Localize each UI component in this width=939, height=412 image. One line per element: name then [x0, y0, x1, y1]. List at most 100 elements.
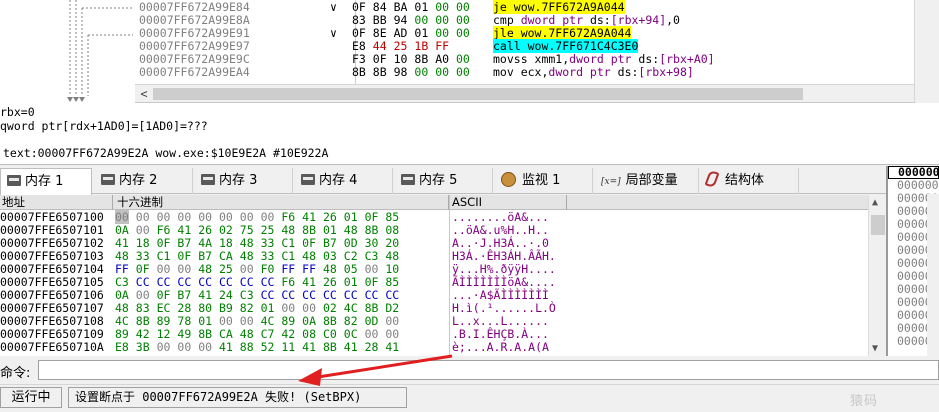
hex-byte[interactable]: 85 — [385, 275, 399, 289]
hex-byte[interactable]: 08 — [302, 327, 316, 341]
hex-byte[interactable]: 00 — [240, 314, 254, 328]
hex-byte[interactable]: CC — [219, 275, 233, 289]
hex-byte[interactable]: 89 — [281, 314, 295, 328]
hex-byte[interactable]: 05 — [344, 262, 358, 276]
hex-byte[interactable]: 18 — [219, 236, 233, 250]
hex-byte[interactable]: FF — [281, 262, 295, 276]
hex-byte[interactable]: 00 — [136, 223, 150, 237]
hex-byte[interactable]: 0F — [177, 249, 191, 263]
hex-byte[interactable]: CC — [365, 288, 379, 302]
hex-byte[interactable]: 48 — [240, 236, 254, 250]
hex-byte[interactable]: 00 — [136, 288, 150, 302]
hex-byte[interactable]: 33 — [136, 249, 150, 263]
hex-byte[interactable]: 00 — [281, 301, 295, 315]
hex-byte[interactable]: 24 — [219, 288, 233, 302]
hex-byte[interactable]: C3 — [240, 288, 254, 302]
hex-byte[interactable]: 11 — [281, 340, 295, 354]
hex-byte[interactable]: 00 — [157, 262, 171, 276]
hex-byte[interactable]: 48 — [281, 223, 295, 237]
tab-watch-1[interactable]: 监视 1 — [495, 168, 593, 194]
hex-byte[interactable]: D2 — [385, 301, 399, 315]
hex-byte[interactable]: 26 — [198, 223, 212, 237]
stack-pane[interactable]: 000000 000000 0000 0000 0000 0000 0000 0000 0000… — [886, 166, 939, 356]
hex-byte[interactable]: 20 — [385, 236, 399, 250]
scroll-left-button[interactable]: < — [137, 87, 151, 101]
hex-byte[interactable]: CC — [344, 288, 358, 302]
hex-byte[interactable]: 48 — [240, 327, 254, 341]
tab-memory-5[interactable]: 内存 5 — [395, 168, 493, 194]
hex-byte[interactable]: 01 — [344, 275, 358, 289]
hex-byte[interactable]: 25 — [219, 262, 233, 276]
hex-byte[interactable]: 4C — [261, 314, 275, 328]
hex-byte[interactable]: 48 — [240, 249, 254, 263]
hex-byte[interactable]: 00 — [240, 262, 254, 276]
hex-byte[interactable]: 8B — [323, 340, 337, 354]
hex-byte[interactable]: 18 — [136, 236, 150, 250]
hex-byte[interactable]: 41 — [115, 236, 129, 250]
hex-byte[interactable]: 01 — [198, 314, 212, 328]
hex-byte[interactable]: B7 — [177, 288, 191, 302]
hex-byte[interactable]: 85 — [385, 210, 399, 224]
hex-byte[interactable]: 00 — [219, 314, 233, 328]
tab-struct[interactable]: 结构体 — [701, 168, 799, 194]
hex-byte[interactable]: 01 — [261, 301, 275, 315]
hex-byte[interactable]: 41 — [344, 340, 358, 354]
hex-byte[interactable]: 8B — [365, 301, 379, 315]
hex-byte[interactable]: 00 — [365, 262, 379, 276]
hex-byte[interactable]: FF — [302, 262, 316, 276]
tab-memory-3[interactable]: 内存 3 — [195, 168, 293, 194]
horizontal-scrollbar[interactable]: < — [135, 84, 914, 102]
hex-byte[interactable]: 00 — [177, 210, 191, 224]
hex-byte[interactable]: F6 — [281, 275, 295, 289]
hex-byte[interactable]: 0A — [302, 314, 316, 328]
hex-byte[interactable]: 02 — [323, 301, 337, 315]
hex-byte[interactable]: 00 — [365, 327, 379, 341]
hex-byte[interactable]: 48 — [198, 262, 212, 276]
header-ascii[interactable]: ASCII — [452, 195, 482, 210]
hex-byte[interactable]: C1 — [281, 249, 295, 263]
hex-byte[interactable]: 00 — [302, 301, 316, 315]
hex-byte[interactable]: 0F — [365, 275, 379, 289]
hex-byte[interactable]: 08 — [385, 223, 399, 237]
header-address[interactable]: 地址 — [2, 195, 25, 210]
hex-byte[interactable]: 80 — [198, 301, 212, 315]
stack-row[interactable]: 00000000 — [888, 179, 939, 192]
hex-byte[interactable]: 0F — [157, 236, 171, 250]
hex-byte[interactable]: 49 — [177, 327, 191, 341]
hex-byte[interactable]: 52 — [261, 340, 275, 354]
hex-byte[interactable]: 78 — [177, 314, 191, 328]
hex-byte[interactable]: 41 — [302, 340, 316, 354]
hex-byte[interactable]: 0D — [365, 314, 379, 328]
tab-memory-4[interactable]: 内存 4 — [295, 168, 393, 194]
hex-byte[interactable]: CC — [157, 275, 171, 289]
hex-byte[interactable]: 41 — [302, 210, 316, 224]
command-input[interactable] — [38, 360, 939, 380]
hex-byte[interactable]: 00 — [198, 340, 212, 354]
hex-byte[interactable]: 10 — [385, 262, 399, 276]
hex-byte[interactable]: 8B — [302, 223, 316, 237]
hex-byte[interactable]: CC — [323, 288, 337, 302]
hex-byte[interactable]: CC — [177, 275, 191, 289]
hex-byte[interactable]: 28 — [177, 301, 191, 315]
hex-byte[interactable]: 33 — [261, 249, 275, 263]
hex-byte[interactable]: 25 — [261, 223, 275, 237]
hex-byte[interactable]: 88 — [240, 340, 254, 354]
hex-byte[interactable]: 8B — [136, 314, 150, 328]
dump-vertical-scrollbar[interactable]: ▲ ▼ — [868, 195, 886, 356]
hex-byte[interactable]: 89 — [115, 327, 129, 341]
hex-byte[interactable]: 48 — [115, 249, 129, 263]
hex-byte[interactable]: B9 — [219, 301, 233, 315]
hex-byte[interactable]: C3 — [115, 275, 129, 289]
hex-byte[interactable]: 75 — [240, 223, 254, 237]
hex-byte[interactable]: F0 — [261, 262, 275, 276]
hex-byte[interactable]: 89 — [157, 314, 171, 328]
hex-byte[interactable]: 41 — [198, 288, 212, 302]
hex-byte[interactable]: 41 — [219, 340, 233, 354]
hex-byte[interactable]: 8B — [198, 327, 212, 341]
hex-byte[interactable]: 48 — [344, 223, 358, 237]
hex-byte[interactable]: CC — [198, 275, 212, 289]
stack-scrollbar[interactable] — [927, 194, 939, 356]
dump-row[interactable]: 00007FFE650710A E8 3B 00 00 00 41 88 52 1… — [0, 341, 868, 354]
hex-byte[interactable]: 0A — [115, 223, 129, 237]
hex-byte[interactable]: 00 — [385, 327, 399, 341]
